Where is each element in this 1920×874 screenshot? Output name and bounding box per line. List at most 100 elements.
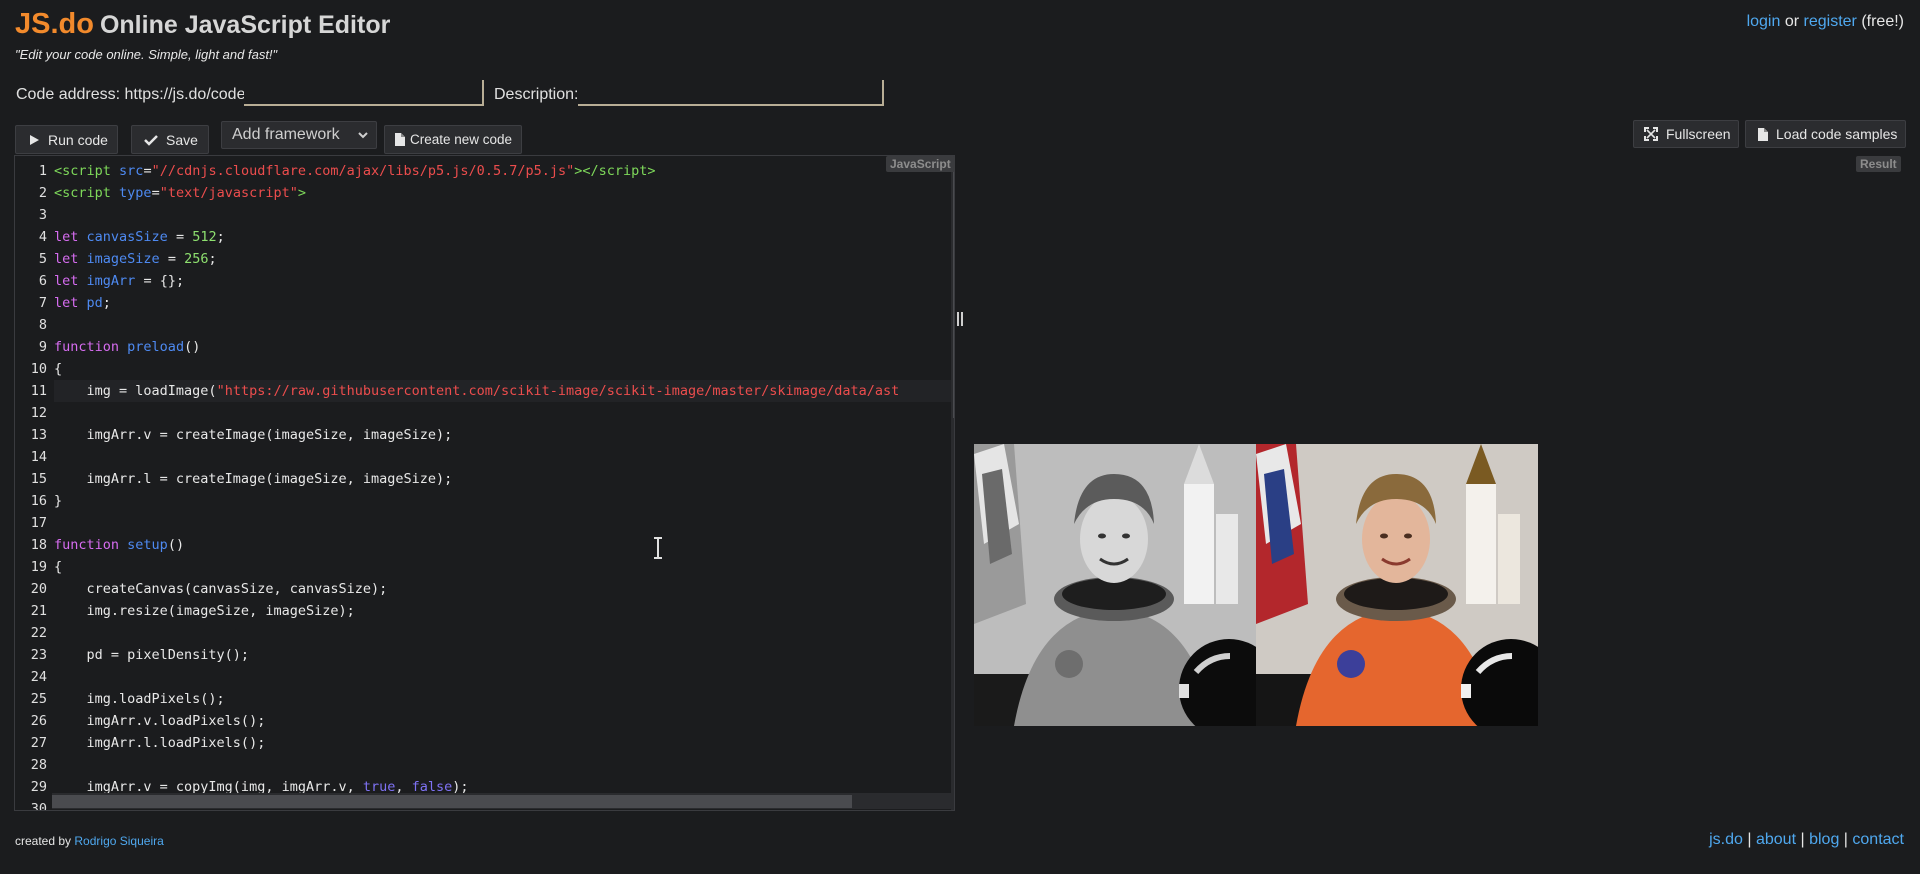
run-code-button[interactable]: Run code bbox=[15, 125, 118, 154]
editor-mode-badge: JavaScript bbox=[886, 156, 955, 172]
line-number: 15 bbox=[30, 471, 47, 487]
result-badge: Result bbox=[1856, 156, 1901, 172]
site-title: Online JavaScript Editor bbox=[99, 11, 391, 39]
code-line[interactable]: { bbox=[54, 556, 62, 578]
pane-splitter[interactable] bbox=[957, 312, 965, 328]
line-number: 17 bbox=[30, 515, 47, 531]
brand-name: JS.do bbox=[15, 8, 94, 40]
footer-links: js.do | about | blog | contact bbox=[1709, 831, 1904, 849]
code-address-input[interactable] bbox=[244, 80, 484, 106]
code-line[interactable] bbox=[54, 622, 62, 644]
code-line[interactable]: img.resize(imageSize, imageSize); bbox=[54, 600, 355, 622]
fullscreen-button[interactable]: Fullscreen bbox=[1633, 120, 1739, 148]
create-new-code-button[interactable]: Create new code bbox=[384, 125, 522, 154]
footer-link-jsdo[interactable]: js.do bbox=[1709, 831, 1743, 848]
line-number: 24 bbox=[30, 669, 47, 685]
code-line[interactable]: } bbox=[54, 490, 62, 512]
code-line[interactable]: <script src="//cdnjs.cloudflare.com/ajax… bbox=[54, 160, 656, 182]
code-line[interactable]: let pd; bbox=[54, 292, 111, 314]
file-icon bbox=[1758, 127, 1768, 141]
code-line-active[interactable]: img = loadImage("https://raw.githubuserc… bbox=[54, 380, 951, 402]
line-number: 9 bbox=[38, 339, 47, 355]
load-code-samples-label: Load code samples bbox=[1776, 126, 1898, 142]
save-label: Save bbox=[166, 131, 198, 148]
line-number: 18 bbox=[30, 537, 47, 553]
code-line[interactable] bbox=[54, 446, 62, 468]
line-number: 1 bbox=[38, 163, 47, 179]
line-number: 30 bbox=[30, 801, 47, 811]
code-line[interactable] bbox=[54, 512, 62, 534]
load-code-samples-button[interactable]: Load code samples bbox=[1745, 120, 1906, 148]
code-line[interactable]: { bbox=[54, 358, 62, 380]
code-line[interactable]: createCanvas(canvasSize, canvasSize); bbox=[54, 578, 388, 600]
create-new-code-label: Create new code bbox=[410, 132, 513, 147]
code-line[interactable]: let imageSize = 256; bbox=[54, 248, 217, 270]
line-number: 3 bbox=[38, 207, 47, 223]
created-by-text: created by bbox=[15, 834, 72, 848]
footer-link-blog[interactable]: blog bbox=[1809, 831, 1839, 848]
horizontal-scroll-thumb[interactable] bbox=[52, 795, 852, 808]
line-number: 25 bbox=[30, 691, 47, 707]
line-number: 27 bbox=[30, 735, 47, 751]
footer-link-contact[interactable]: contact bbox=[1852, 831, 1904, 848]
line-number: 5 bbox=[38, 251, 47, 267]
expand-icon bbox=[1644, 127, 1658, 141]
line-number: 8 bbox=[38, 317, 47, 333]
code-line[interactable]: img.loadPixels(); bbox=[54, 688, 225, 710]
line-number: 13 bbox=[30, 427, 47, 443]
line-number: 7 bbox=[38, 295, 47, 311]
code-line[interactable] bbox=[54, 204, 62, 226]
line-number: 19 bbox=[30, 559, 47, 575]
code-line[interactable]: <script type="text/javascript"> bbox=[54, 182, 306, 204]
code-line[interactable]: imgArr.l = createImage(imageSize, imageS… bbox=[54, 468, 453, 490]
line-number: 10 bbox=[30, 361, 47, 377]
add-framework-select[interactable]: Add framework bbox=[221, 121, 377, 149]
code-line[interactable]: imgArr.v = createImage(imageSize, imageS… bbox=[54, 424, 453, 446]
code-editor[interactable]: 1 2 3 4 5 6 7 8 9 10 11 12 13 14 15 16 17 18 19 20 21 22 23 24 2… bbox=[14, 155, 955, 811]
run-code-label: Run code bbox=[48, 131, 108, 148]
line-number: 4 bbox=[38, 229, 47, 245]
line-number: 29 bbox=[30, 779, 47, 795]
line-number: 23 bbox=[30, 647, 47, 663]
code-line[interactable]: imgArr.l.loadPixels(); bbox=[54, 732, 266, 754]
vertical-scroll-thumb[interactable] bbox=[953, 158, 954, 418]
or-text: or bbox=[1784, 13, 1800, 30]
code-line[interactable] bbox=[54, 402, 62, 424]
code-line[interactable]: imgArr.v.loadPixels(); bbox=[54, 710, 266, 732]
code-line[interactable]: function setup() bbox=[54, 534, 184, 556]
site-logo[interactable]: JS.do Online JavaScript Editor bbox=[15, 8, 390, 41]
save-button[interactable]: Save bbox=[131, 125, 209, 154]
line-number-gutter: 1 2 3 4 5 6 7 8 9 10 11 12 13 14 15 16 17 18 19 20 21 22 23 24 2… bbox=[15, 156, 51, 810]
footer-separator: | bbox=[1800, 831, 1805, 848]
register-link[interactable]: register bbox=[1804, 13, 1857, 30]
text-cursor-icon bbox=[654, 537, 662, 559]
line-number: 22 bbox=[30, 625, 47, 641]
code-line[interactable]: let imgArr = {}; bbox=[54, 270, 184, 292]
code-line[interactable] bbox=[54, 666, 62, 688]
footer-separator: | bbox=[1747, 831, 1752, 848]
line-number: 26 bbox=[30, 713, 47, 729]
auth-links: login or register (free!) bbox=[1747, 13, 1904, 31]
code-address-label: Code address: https://js.do/code/ bbox=[16, 86, 250, 103]
code-line[interactable] bbox=[54, 314, 62, 336]
login-link[interactable]: login bbox=[1747, 13, 1781, 30]
line-number: 16 bbox=[30, 493, 47, 509]
footer-separator: | bbox=[1843, 831, 1848, 848]
line-number: 14 bbox=[30, 449, 47, 465]
line-number: 20 bbox=[30, 581, 47, 597]
code-line[interactable]: let canvasSize = 512; bbox=[54, 226, 225, 248]
description-label: Description: bbox=[494, 86, 579, 103]
free-text: (free!) bbox=[1861, 13, 1904, 30]
description-input[interactable] bbox=[578, 80, 884, 106]
code-line[interactable]: pd = pixelDensity(); bbox=[54, 644, 250, 666]
line-number: 6 bbox=[38, 273, 47, 289]
fullscreen-label: Fullscreen bbox=[1666, 126, 1731, 142]
code-line[interactable]: function preload() bbox=[54, 336, 200, 358]
author-link[interactable]: Rodrigo Siqueira bbox=[74, 834, 163, 848]
result-canvas-image bbox=[974, 444, 1538, 726]
check-icon bbox=[144, 134, 158, 146]
footer-link-about[interactable]: about bbox=[1756, 831, 1796, 848]
code-line[interactable] bbox=[54, 754, 62, 776]
line-number: 21 bbox=[30, 603, 47, 619]
line-number: 28 bbox=[30, 757, 47, 773]
